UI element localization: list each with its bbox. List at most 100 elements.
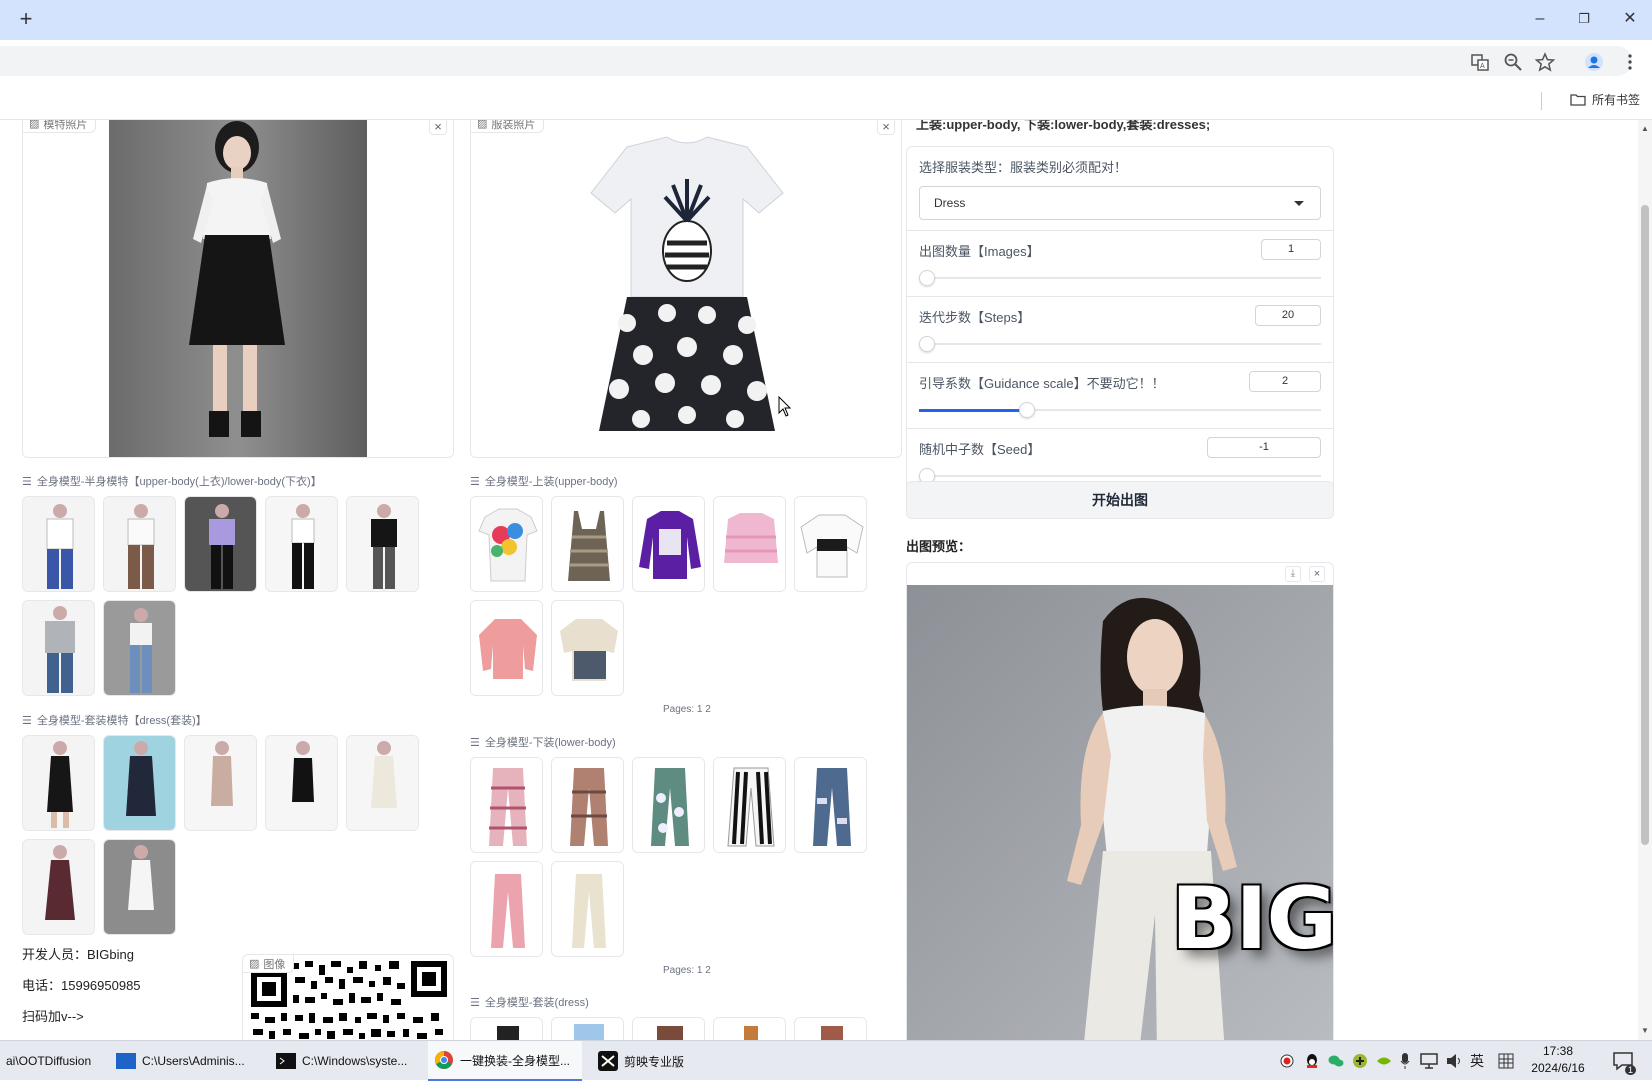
category-select[interactable]: Dress [919, 186, 1321, 220]
ime-indicator[interactable]: 英 [1470, 1051, 1484, 1071]
qq-icon[interactable] [1305, 1053, 1319, 1069]
gallery-thumb[interactable] [184, 496, 257, 592]
chevron-down-icon [1294, 201, 1304, 206]
wechat-icon[interactable] [1328, 1053, 1344, 1069]
gallery-upper-body-title: 全身模型-上装(upper-body) [484, 476, 618, 488]
gallery-thumb[interactable] [470, 757, 543, 853]
gallery-thumb[interactable] [713, 496, 786, 592]
scrollbar-thumb[interactable] [1641, 205, 1649, 845]
gallery-thumb-image [471, 601, 542, 695]
new-tab-button[interactable]: + [14, 8, 38, 32]
gallery-thumb[interactable] [632, 1017, 705, 1040]
gallery-thumb[interactable] [632, 757, 705, 853]
taskbar-item[interactable]: C:\Windows\syste... [270, 1041, 420, 1081]
bookmark-star-icon[interactable] [1535, 52, 1555, 72]
zoom-icon[interactable] [1503, 52, 1523, 72]
gallery-thumb[interactable] [184, 735, 257, 831]
notification-button[interactable]: 1 [1612, 1051, 1636, 1075]
category-label: 选择服装类型：服装类别必须配对！ [919, 160, 1128, 175]
guidance-slider-handle[interactable] [1019, 402, 1036, 418]
volume-icon[interactable] [1446, 1053, 1464, 1069]
images-slider[interactable] [919, 270, 1321, 286]
gallery-thumb-image [23, 497, 94, 591]
address-bar[interactable] [0, 46, 1632, 76]
images-number-input[interactable]: 1 [1261, 239, 1321, 260]
gallery-thumb[interactable] [470, 861, 543, 957]
page-scrollbar[interactable]: ▲ ▼ [1638, 120, 1652, 1040]
gallery-thumb[interactable] [632, 496, 705, 592]
steps-slider[interactable] [919, 336, 1321, 352]
gallery-thumb[interactable] [103, 735, 176, 831]
scroll-down-icon[interactable]: ▼ [1641, 1026, 1649, 1035]
network-icon[interactable] [1420, 1053, 1438, 1069]
guidance-number-input[interactable]: 2 [1249, 371, 1321, 392]
taskbar-item-label: 剪映专业版 [624, 1054, 685, 1069]
gallery-upper-body-pages[interactable]: Pages: 1 2 [663, 704, 711, 715]
gallery-thumb[interactable] [551, 1017, 624, 1040]
gallery-thumb[interactable] [794, 496, 867, 592]
gallery-thumb[interactable] [103, 496, 176, 592]
translate-icon[interactable]: A [1470, 52, 1490, 72]
gallery-thumb-image [633, 497, 704, 591]
gallery-thumb[interactable] [22, 496, 95, 592]
taskbar-item[interactable]: C:\Users\Adminis... [110, 1041, 260, 1081]
gallery-thumb[interactable] [794, 1017, 867, 1040]
seed-number-input[interactable]: -1 [1207, 437, 1321, 458]
close-icon[interactable]: × [1309, 566, 1325, 582]
image-icon: ▨ [29, 120, 40, 130]
gallery-thumb-image [471, 862, 542, 956]
gallery-thumb[interactable] [22, 600, 95, 696]
gallery-thumb[interactable] [551, 757, 624, 853]
gallery-thumb[interactable] [22, 839, 95, 935]
taskbar-item-active[interactable]: 一键换装-全身模型... [428, 1041, 582, 1081]
gallery-thumb[interactable] [103, 839, 176, 935]
gallery-thumb[interactable] [22, 735, 95, 831]
all-bookmarks-folder[interactable]: 所有书签 [1570, 91, 1640, 108]
record-icon[interactable] [1280, 1054, 1294, 1068]
gallery-thumb[interactable] [713, 757, 786, 853]
taskbar-item[interactable]: 剪映专业版 [592, 1041, 742, 1081]
gallery-thumb[interactable] [265, 496, 338, 592]
restore-button[interactable]: ❐ [1574, 9, 1594, 29]
mouse-cursor-icon [778, 396, 792, 417]
gallery-thumb[interactable] [346, 735, 419, 831]
gallery-thumb[interactable] [346, 496, 419, 592]
keyboard-grid-icon[interactable] [1498, 1053, 1514, 1069]
minimize-button[interactable]: – [1530, 9, 1550, 29]
gallery-thumb[interactable] [103, 600, 176, 696]
gallery-thumb[interactable] [794, 757, 867, 853]
menu-icon[interactable] [1620, 52, 1640, 72]
gallery-thumb[interactable] [470, 1017, 543, 1040]
steps-number-input[interactable]: 20 [1255, 305, 1321, 326]
garment-type-note: 上装:upper-body, 下装:lower-body,套装:dresses; [916, 120, 1211, 132]
profile-icon[interactable] [1584, 52, 1604, 72]
model-photo-panel[interactable]: ▨ 模特照片 × [22, 120, 454, 458]
gallery-thumb[interactable] [265, 735, 338, 831]
gallery-thumb[interactable] [713, 1017, 786, 1040]
garment-photo-panel[interactable]: ▨ 服装照片 × [470, 120, 902, 458]
taskbar-item[interactable]: ai\OOTDiffusion [0, 1041, 108, 1081]
gallery-thumb[interactable] [551, 496, 624, 592]
microphone-icon[interactable] [1400, 1052, 1410, 1070]
model-photo-tag: ▨ 模特照片 [23, 120, 97, 133]
gallery-thumb[interactable] [551, 600, 624, 696]
gallery-lower-body-pages[interactable]: Pages: 1 2 [663, 965, 711, 976]
clear-model-photo-button[interactable]: × [429, 120, 447, 135]
download-icon[interactable]: ⤓ [1285, 566, 1301, 582]
gallery-thumb[interactable] [470, 496, 543, 592]
clear-garment-photo-button[interactable]: × [877, 120, 895, 135]
guidance-slider[interactable] [919, 402, 1321, 418]
app-tray-icon[interactable] [1352, 1053, 1368, 1069]
scroll-up-icon[interactable]: ▲ [1641, 124, 1649, 133]
nvidia-icon[interactable] [1376, 1054, 1392, 1068]
steps-slider-track [919, 343, 1321, 345]
qr-code-panel[interactable]: ▨ 图像 [242, 954, 454, 1040]
gallery-dress-label: ☰ 全身模型-套装(dress) [470, 994, 589, 1010]
generate-button[interactable]: 开始出图 [906, 481, 1334, 519]
gallery-thumb[interactable] [551, 861, 624, 957]
clock[interactable]: 17:38 2024/6/16 [1528, 1043, 1588, 1077]
steps-slider-handle[interactable] [919, 336, 935, 352]
gallery-thumb[interactable] [470, 600, 543, 696]
images-slider-handle[interactable] [919, 270, 935, 286]
close-window-button[interactable]: ✕ [1620, 9, 1640, 29]
